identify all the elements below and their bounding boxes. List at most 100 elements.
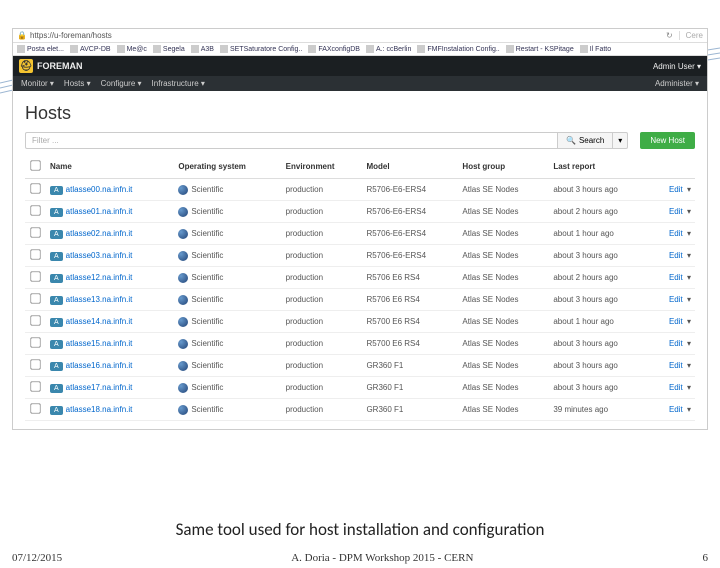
row-checkbox[interactable] (30, 271, 40, 281)
nav-item[interactable]: Hosts ▾ (64, 79, 91, 88)
row-checkbox[interactable] (30, 227, 40, 237)
column-header[interactable] (652, 155, 695, 179)
bookmark-item[interactable]: Restart - KSPitage (506, 45, 574, 53)
refresh-icon[interactable]: ↻ (666, 31, 673, 40)
bookmark-item[interactable]: A3B (191, 45, 214, 53)
row-menu[interactable]: ▾ (687, 185, 691, 194)
row-menu[interactable]: ▾ (687, 295, 691, 304)
column-header[interactable]: Last report (549, 155, 652, 179)
host-link[interactable]: atlasse15.na.infn.it (66, 339, 133, 348)
row-checkbox[interactable] (30, 403, 40, 413)
host-link[interactable]: atlasse01.na.infn.it (66, 207, 133, 216)
search-button[interactable]: 🔍 Search (558, 132, 613, 149)
edit-link[interactable]: Edit (669, 383, 683, 392)
edit-link[interactable]: Edit (669, 273, 683, 282)
report-cell: about 3 hours ago (549, 333, 652, 355)
brand[interactable]: ⛑ FOREMAN (19, 59, 83, 73)
host-link[interactable]: atlasse16.na.infn.it (66, 361, 133, 370)
edit-link[interactable]: Edit (669, 295, 683, 304)
bookmark-item[interactable]: Il Fatto (580, 45, 611, 53)
row-menu[interactable]: ▾ (687, 405, 691, 414)
row-checkbox[interactable] (30, 205, 40, 215)
os-icon (178, 229, 188, 239)
bookmark-item[interactable]: FAXconfigDB (308, 45, 360, 53)
os-name: Scientific (191, 229, 223, 238)
edit-link[interactable]: Edit (669, 317, 683, 326)
edit-link[interactable]: Edit (669, 339, 683, 348)
column-header[interactable]: Operating system (174, 155, 281, 179)
os-name: Scientific (191, 295, 223, 304)
model-cell: GR360 F1 (362, 377, 458, 399)
search-dropdown[interactable]: ▾ (613, 132, 628, 149)
group-cell: Atlas SE Nodes (458, 355, 549, 377)
browser-urlbar[interactable]: 🔒 https://u-foreman/hosts ↻ Cere (13, 29, 707, 43)
host-link[interactable]: atlasse00.na.infn.it (66, 185, 133, 194)
row-menu[interactable]: ▾ (687, 273, 691, 282)
host-link[interactable]: atlasse12.na.infn.it (66, 273, 133, 282)
status-badge: A (50, 296, 63, 305)
os-icon (178, 207, 188, 217)
bookmark-item[interactable]: Me@c (117, 45, 147, 53)
edit-link[interactable]: Edit (669, 405, 683, 414)
row-menu[interactable]: ▾ (687, 317, 691, 326)
column-header[interactable]: Model (362, 155, 458, 179)
new-host-button[interactable]: New Host (640, 132, 695, 149)
nav-administer[interactable]: Administer ▾ (655, 79, 699, 88)
host-link[interactable]: atlasse13.na.infn.it (66, 295, 133, 304)
host-link[interactable]: atlasse14.na.infn.it (66, 317, 133, 326)
row-menu[interactable]: ▾ (687, 229, 691, 238)
status-badge: A (50, 318, 63, 327)
column-header[interactable]: Environment (282, 155, 363, 179)
browser-search[interactable]: Cere (679, 31, 703, 40)
nav-item[interactable]: Monitor ▾ (21, 79, 54, 88)
row-checkbox[interactable] (30, 293, 40, 303)
row-menu[interactable]: ▾ (687, 207, 691, 216)
select-all-checkbox[interactable] (30, 160, 40, 170)
bookmark-item[interactable]: Segela (153, 45, 185, 53)
filter-input[interactable]: Filter ... (25, 132, 558, 149)
env-cell: production (282, 399, 363, 421)
group-cell: Atlas SE Nodes (458, 223, 549, 245)
env-cell: production (282, 201, 363, 223)
row-checkbox[interactable] (30, 337, 40, 347)
row-menu[interactable]: ▾ (687, 339, 691, 348)
nav-item[interactable]: Configure ▾ (101, 79, 142, 88)
column-header[interactable]: Host group (458, 155, 549, 179)
os-name: Scientific (191, 207, 223, 216)
bookmarks-bar: Posta elet... AVCP-DB Me@c Segela A3B SETSatu… (13, 43, 707, 56)
host-link[interactable]: atlasse02.na.infn.it (66, 229, 133, 238)
row-checkbox[interactable] (30, 183, 40, 193)
user-menu[interactable]: Admin User ▾ (653, 62, 701, 71)
group-cell: Atlas SE Nodes (458, 201, 549, 223)
report-cell: about 1 hour ago (549, 223, 652, 245)
edit-link[interactable]: Edit (669, 251, 683, 260)
edit-link[interactable]: Edit (669, 361, 683, 370)
column-header[interactable]: Name (46, 155, 174, 179)
host-link[interactable]: atlasse17.na.infn.it (66, 383, 133, 392)
bookmark-item[interactable]: A.: ccBerlin (366, 45, 411, 53)
edit-link[interactable]: Edit (669, 185, 683, 194)
nav-item[interactable]: Infrastructure ▾ (152, 79, 205, 88)
row-menu[interactable]: ▾ (687, 251, 691, 260)
row-checkbox[interactable] (30, 315, 40, 325)
edit-link[interactable]: Edit (669, 229, 683, 238)
table-row: Aatlasse01.na.infn.itScientificproductio… (25, 201, 695, 223)
os-name: Scientific (191, 361, 223, 370)
os-name: Scientific (191, 339, 223, 348)
row-checkbox[interactable] (30, 359, 40, 369)
bookmark-item[interactable]: AVCP-DB (70, 45, 111, 53)
url-text: https://u-foreman/hosts (30, 31, 660, 40)
row-checkbox[interactable] (30, 249, 40, 259)
env-cell: production (282, 311, 363, 333)
bookmark-item[interactable]: Posta elet... (17, 45, 64, 53)
bookmark-item[interactable]: SETSaturatore Config.. (220, 45, 302, 53)
row-menu[interactable]: ▾ (687, 383, 691, 392)
bookmark-item[interactable]: FMFInstalation Config.. (417, 45, 499, 53)
group-cell: Atlas SE Nodes (458, 311, 549, 333)
row-menu[interactable]: ▾ (687, 361, 691, 370)
host-link[interactable]: atlasse18.na.infn.it (66, 405, 133, 414)
edit-link[interactable]: Edit (669, 207, 683, 216)
row-checkbox[interactable] (30, 381, 40, 391)
host-link[interactable]: atlasse03.na.infn.it (66, 251, 133, 260)
os-icon (178, 273, 188, 283)
